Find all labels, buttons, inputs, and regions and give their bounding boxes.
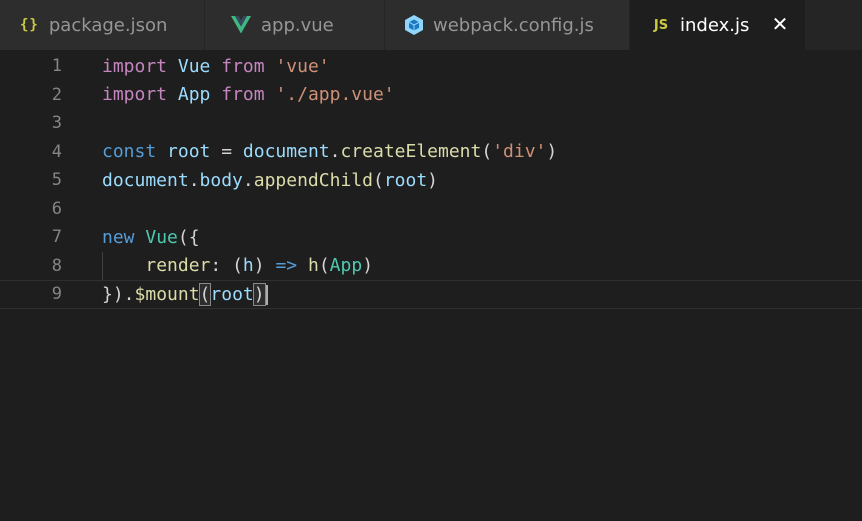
token-string: 'div' <box>492 141 547 163</box>
token-function: h <box>307 255 319 277</box>
line-number: 1 <box>51 56 62 77</box>
code-line: 4 const root = document.createElement('d… <box>0 138 862 167</box>
token-variable: document <box>242 141 330 163</box>
code-editor: {} package.json app.vue webpack.config.j… <box>0 0 862 521</box>
token-punctuation: ) <box>546 141 558 163</box>
token-property: body <box>199 169 243 191</box>
token-class: App <box>329 255 363 277</box>
token-punctuation: ({ <box>177 226 200 248</box>
token-function: render <box>145 255 211 277</box>
token-identifier: App <box>177 84 211 106</box>
token-punctuation: ) <box>362 255 374 277</box>
tab-label: index.js <box>680 14 750 36</box>
code-line: 3 <box>0 109 862 138</box>
code-line: 2 import App from './app.vue' <box>0 81 862 110</box>
token-variable: document <box>102 169 189 191</box>
token-string: 'vue' <box>275 55 330 77</box>
line-content: new Vue({ <box>102 227 200 248</box>
token-punctuation: ) <box>427 169 439 191</box>
token-keyword: import <box>102 84 168 106</box>
token-variable: root <box>210 283 254 305</box>
token-keyword: const <box>102 141 157 163</box>
token-variable: root <box>383 169 428 191</box>
line-number: 3 <box>51 113 62 134</box>
token-function: $mount <box>134 283 200 305</box>
token-keyword: new <box>102 226 135 248</box>
tab-package-json[interactable]: {} package.json <box>0 0 205 50</box>
code-line: 1 import Vue from 'vue' <box>0 52 862 81</box>
token-function: appendChild <box>253 169 373 191</box>
tab-label: package.json <box>48 14 168 36</box>
line-number: 6 <box>51 198 62 219</box>
json-braces-icon: {} <box>20 17 39 33</box>
token-string: './app.vue' <box>275 84 395 106</box>
line-content: document.body.appendChild(root) <box>102 170 438 191</box>
tab-index-js[interactable]: JS index.js ✕ <box>630 0 806 50</box>
token-punctuation: : <box>210 255 233 277</box>
line-number: 2 <box>51 84 62 105</box>
tab-bar: {} package.json app.vue webpack.config.j… <box>0 0 862 50</box>
line-number: 4 <box>51 141 62 162</box>
token-punctuation: . <box>242 169 254 191</box>
line-number: 8 <box>51 255 62 276</box>
token-punctuation: ( <box>481 141 493 163</box>
line-content: import App from './app.vue' <box>102 84 395 105</box>
text-cursor <box>265 284 268 305</box>
javascript-icon: JS <box>653 17 669 33</box>
webpack-cube-icon <box>405 15 423 35</box>
token-class: Vue <box>145 226 178 248</box>
indent-guide <box>102 251 103 280</box>
code-line-current: 9 }).$mount(root) <box>0 280 862 309</box>
code-line: 6 <box>0 195 862 224</box>
token-punctuation: ( <box>372 169 384 191</box>
token-identifier: Vue <box>177 55 211 77</box>
token-arrow: => <box>275 255 298 277</box>
token-punctuation: }). <box>102 283 135 305</box>
code-line: 5 document.body.appendChild(root) <box>0 166 862 195</box>
tab-webpack-config[interactable]: webpack.config.js <box>385 0 630 50</box>
tab-app-vue[interactable]: app.vue <box>205 0 385 50</box>
code-area[interactable]: 1 import Vue from 'vue' 2 import App fro… <box>0 52 862 309</box>
token-keyword: from <box>221 84 265 106</box>
code-line: 8 render: (h) => h(App) <box>0 251 862 280</box>
line-content: const root = document.createElement('div… <box>102 141 557 162</box>
token-punctuation: . <box>329 141 341 163</box>
tab-label: app.vue <box>261 14 334 36</box>
close-tab-icon[interactable]: ✕ <box>769 13 791 35</box>
vue-logo-icon <box>231 16 251 34</box>
token-punctuation: . <box>188 169 200 191</box>
token-keyword: import <box>102 55 168 77</box>
line-content: import Vue from 'vue' <box>102 56 330 77</box>
token-variable: root <box>167 141 211 163</box>
code-line: 7 new Vue({ <box>0 223 862 252</box>
line-number: 5 <box>51 170 62 191</box>
tab-label: webpack.config.js <box>433 14 594 36</box>
line-number: 9 <box>51 284 62 305</box>
token-parameter: h <box>242 255 254 277</box>
token-operator: = <box>221 141 233 163</box>
bracket-match-open: ( <box>198 282 212 306</box>
line-content: }).$mount(root) <box>102 282 268 306</box>
token-punctuation: ) <box>253 255 276 277</box>
token-punctuation: ( <box>318 255 330 277</box>
token-function: createElement <box>340 141 482 163</box>
line-content: render: (h) => h(App) <box>102 255 373 276</box>
line-number: 7 <box>51 227 62 248</box>
token-keyword: from <box>221 55 265 77</box>
token-punctuation: ( <box>232 255 243 277</box>
bracket-match-close: ) <box>252 282 266 306</box>
